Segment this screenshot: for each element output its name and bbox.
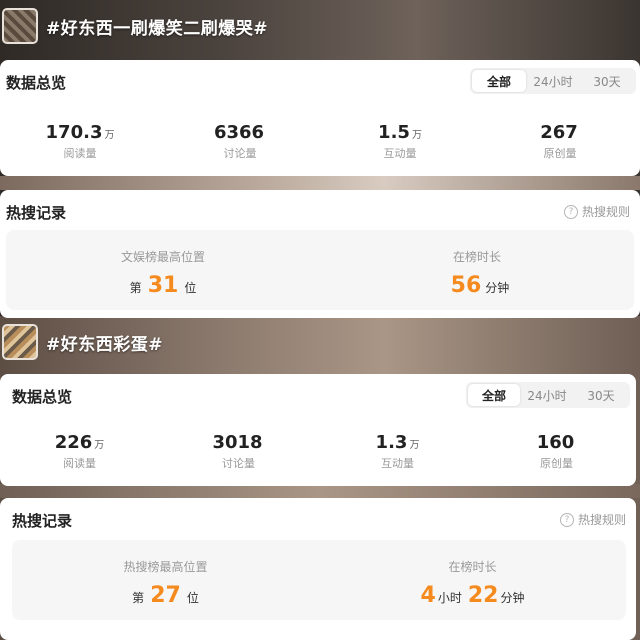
stat-label: 讨论量 (223, 147, 257, 160)
highest-position: 热搜榜最高位置 第 27 位 (12, 540, 319, 620)
overview-title: 数据总览 (12, 388, 73, 406)
tab-30d[interactable]: 30天 (580, 70, 634, 92)
question-circle-icon: ? (563, 204, 578, 219)
hot-search-rules-link[interactable]: ? 热搜规则 (559, 511, 626, 528)
stat-reads: 226 万 阅读量 (0, 432, 159, 471)
stat-value: 3018 (212, 432, 263, 453)
topic-header[interactable]: #好东西一刷爆笑二刷爆哭# (0, 8, 268, 44)
overview-card: 数据总览 全部 24小时 30天 226 万 阅读量 3018 讨论量 1.3 万 … (0, 374, 636, 486)
tab-30d[interactable]: 30天 (574, 384, 628, 406)
topic-thumbnail (2, 8, 38, 44)
stat-discussions: 6366 讨论量 (160, 122, 320, 161)
duration-label: 在榜时长 (448, 560, 497, 574)
hot-search-panel: 文娱榜最高位置 第 31 位 在榜时长 56 分钟 (6, 230, 634, 310)
hot-search-card: 热搜记录 ? 热搜规则 文娱榜最高位置 第 31 位 在榜时长 56 分钟 (0, 190, 640, 318)
stat-value: 170.3 (45, 122, 103, 143)
hot-search-card: 热搜记录 ? 热搜规则 热搜榜最高位置 第 27 位 在榜时长 4 小时 22 … (0, 498, 636, 640)
stat-unit: 万 (94, 440, 105, 451)
stat-originals: 267 原创量 (480, 122, 640, 161)
stat-unit: 万 (409, 440, 420, 451)
rules-label: 热搜规则 (581, 205, 630, 219)
stat-value: 6366 (213, 122, 265, 143)
position-prefix: 第 (129, 281, 142, 295)
stat-value: 160 (536, 432, 575, 453)
position-prefix: 第 (132, 591, 145, 605)
stat-label: 互动量 (381, 457, 414, 470)
stat-value: 1.5 (378, 122, 410, 143)
time-range-tabs: 全部 24小时 30天 (470, 68, 636, 94)
stat-unit: 万 (104, 130, 115, 141)
stat-label: 阅读量 (63, 147, 97, 160)
stat-value: 226 (54, 432, 93, 453)
stat-label: 原创量 (540, 457, 573, 470)
hot-search-panel: 热搜榜最高位置 第 27 位 在榜时长 4 小时 22 分钟 (12, 540, 626, 620)
stat-label: 阅读量 (63, 457, 96, 470)
hot-search-title: 热搜记录 (12, 512, 73, 530)
position-value: 31 (147, 273, 179, 298)
duration-label: 在榜时长 (452, 250, 501, 264)
position-suffix: 位 (184, 281, 197, 295)
tab-24h[interactable]: 24小时 (526, 70, 580, 92)
stat-label: 讨论量 (222, 457, 255, 470)
stat-originals: 160 原创量 (477, 432, 636, 471)
stat-label: 原创量 (543, 147, 577, 160)
stat-unit: 万 (411, 130, 422, 141)
topic-thumbnail (2, 324, 38, 360)
topic-header[interactable]: #好东西彩蛋# (0, 324, 163, 360)
background-band (0, 484, 640, 498)
position-label: 文娱榜最高位置 (120, 250, 205, 264)
question-circle-icon: ? (559, 512, 574, 527)
tab-24h[interactable]: 24小时 (520, 384, 574, 406)
duration-hours-unit: 小时 (437, 591, 462, 605)
stats-row: 170.3 万 阅读量 6366 讨论量 1.5 万 互动量 267 原创量 (0, 122, 640, 161)
duration-hours: 4 (420, 583, 436, 608)
hot-search-rules-link[interactable]: ? 热搜规则 (563, 203, 630, 220)
time-range-tabs: 全部 24小时 30天 (466, 382, 630, 408)
stat-reads: 170.3 万 阅读量 (0, 122, 160, 161)
position-value: 27 (150, 583, 181, 608)
topic-title: #好东西彩蛋# (46, 334, 163, 355)
duration-on-list: 在榜时长 4 小时 22 分钟 (319, 540, 626, 620)
background-band (0, 176, 640, 190)
overview-title: 数据总览 (6, 74, 67, 92)
duration-on-list: 在榜时长 56 分钟 (320, 230, 634, 310)
stats-row: 226 万 阅读量 3018 讨论量 1.3 万 互动量 160 原创量 (0, 432, 636, 471)
hot-search-title: 热搜记录 (6, 204, 67, 222)
position-suffix: 位 (186, 591, 199, 605)
topic-title: #好东西一刷爆笑二刷爆哭# (46, 18, 268, 39)
duration-minutes-unit: 分钟 (500, 591, 525, 605)
duration-value: 56 (450, 273, 482, 298)
page-indicator (310, 621, 330, 625)
stat-label: 互动量 (383, 147, 417, 160)
highest-position: 文娱榜最高位置 第 31 位 (6, 230, 320, 310)
rules-label: 热搜规则 (577, 513, 626, 527)
duration-unit: 分钟 (485, 281, 510, 295)
tab-all[interactable]: 全部 (468, 384, 520, 406)
stat-discussions: 3018 讨论量 (159, 432, 318, 471)
position-label: 热搜榜最高位置 (123, 560, 208, 574)
overview-card: 数据总览 全部 24小时 30天 170.3 万 阅读量 6366 讨论量 1.5… (0, 60, 640, 176)
stat-value: 267 (540, 122, 578, 143)
stat-value: 1.3 (375, 432, 408, 453)
duration-minutes: 22 (467, 583, 499, 608)
stat-interactions: 1.3 万 互动量 (318, 432, 477, 471)
stat-interactions: 1.5 万 互动量 (320, 122, 480, 161)
tab-all[interactable]: 全部 (472, 70, 526, 92)
